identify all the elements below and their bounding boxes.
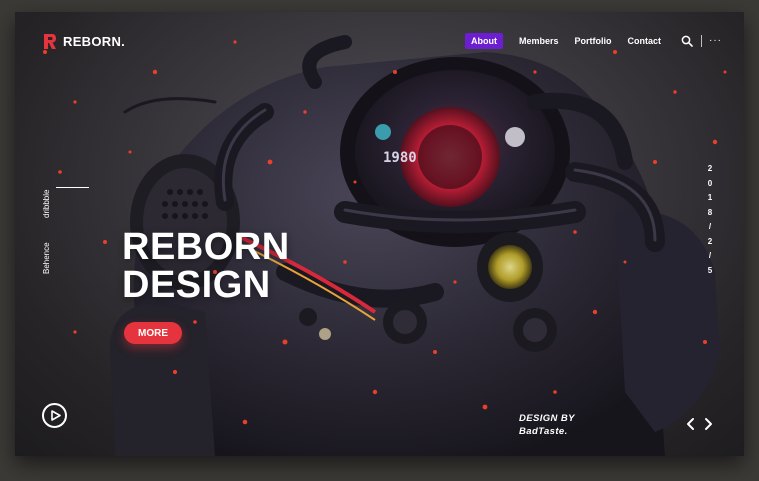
date-char: /	[708, 251, 712, 260]
brand-logo[interactable]: REBORN.	[43, 32, 125, 50]
social-links: dribbble Behence	[42, 187, 89, 274]
search-icon[interactable]	[681, 35, 693, 47]
hero-title-line2: DESIGN	[122, 264, 271, 306]
vertical-date: 2 0 1 8 / 2 / 5	[705, 162, 715, 278]
brand-name: REBORN.	[63, 33, 126, 49]
hero-title-line1: REBORN	[122, 226, 290, 268]
hero-title: REBORN DESIGN	[122, 228, 290, 304]
main-nav: About Members Portfolio Contact ···	[449, 32, 722, 50]
more-dots-icon[interactable]: ···	[709, 36, 722, 46]
date-char: 8	[707, 207, 713, 217]
credit-line2: BadTaste.	[519, 426, 568, 437]
date-char: 0	[707, 178, 713, 188]
date-char: /	[708, 222, 712, 231]
date-char: 2	[707, 236, 713, 246]
nav-item-members[interactable]: Members	[519, 34, 559, 48]
date-char: 5	[707, 265, 713, 275]
play-button[interactable]	[42, 403, 67, 428]
social-link-behance[interactable]: Behence	[42, 242, 51, 274]
reborn-logo-icon	[44, 33, 56, 49]
chevron-left-icon[interactable]	[685, 417, 697, 431]
design-credit: DESIGN BY BadTaste.	[519, 412, 575, 438]
social-active-indicator	[56, 187, 89, 188]
nav-item-about[interactable]: About	[464, 33, 503, 49]
credit-line1: DESIGN BY	[519, 413, 575, 424]
date-char: 1	[707, 193, 713, 202]
nav-item-portfolio[interactable]: Portfolio	[575, 34, 612, 48]
social-link-dribbble[interactable]: dribbble	[42, 190, 51, 218]
date-char: 2	[707, 164, 713, 173]
more-button[interactable]: MORE	[124, 322, 182, 344]
svg-text:1980: 1980	[383, 150, 417, 166]
play-icon	[51, 410, 61, 421]
nav-item-contact[interactable]: Contact	[628, 34, 662, 48]
chevron-right-icon[interactable]	[702, 417, 714, 431]
nav-divider	[701, 35, 702, 47]
hero-frame: 1980 REBORN. About Members Portfolio Con…	[15, 12, 744, 456]
